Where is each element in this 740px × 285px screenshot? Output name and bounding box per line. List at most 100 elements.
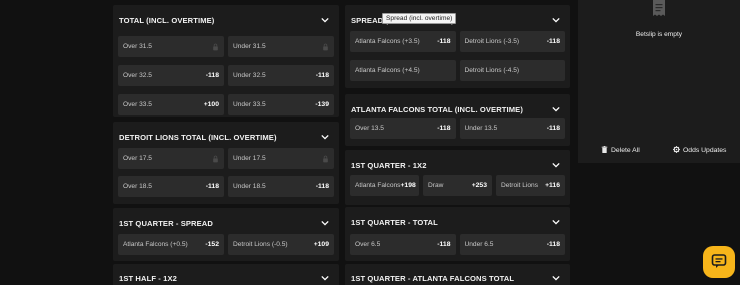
market-header[interactable]: 1ST QUARTER - ATLANTA FALCONS TOTAL xyxy=(345,264,570,285)
bet-button[interactable]: Under 32.5 -118 xyxy=(228,65,334,86)
bet-odds: -139 xyxy=(315,101,329,108)
bet-button[interactable]: Atlanta Falcons +198 xyxy=(350,175,419,196)
bet-odds: -118 xyxy=(546,241,560,248)
chevron-down-icon[interactable] xyxy=(552,274,560,282)
lock-icon xyxy=(322,155,329,163)
bet-label: Over 13.5 xyxy=(355,125,384,132)
bet-odds: -118 xyxy=(546,125,560,132)
trash-icon xyxy=(601,146,608,155)
bet-label: Detroit Lions (-3.5) xyxy=(464,38,520,45)
bet-button[interactable]: Detroit Lions (-3.5) -118 xyxy=(459,31,565,52)
bet-button[interactable]: Over 18.5 -118 xyxy=(118,176,224,197)
bet-button[interactable]: Over 6.5 -118 xyxy=(350,234,456,255)
market-header[interactable]: 1ST QUARTER - TOTAL xyxy=(345,207,570,237)
lock-icon xyxy=(212,43,219,51)
bet-button[interactable]: Atlanta Falcons (+4.5) xyxy=(350,60,456,81)
bet-label: Under 31.5 xyxy=(233,43,266,50)
bet-button[interactable]: Detroit Lions (-0.5) +109 xyxy=(228,234,334,255)
bet-button[interactable]: Over 13.5 -118 xyxy=(350,118,456,139)
bet-button[interactable]: Under 13.5 -118 xyxy=(459,118,565,139)
lock-icon xyxy=(322,43,329,51)
odds-updates-label: Odds Updates xyxy=(683,147,727,154)
bet-odds: -152 xyxy=(205,241,219,248)
chevron-down-icon[interactable] xyxy=(552,218,560,226)
market-title: TOTAL (INCL. OVERTIME) xyxy=(119,15,215,25)
market-title: 1ST QUARTER - ATLANTA FALCONS TOTAL xyxy=(351,273,515,283)
chevron-down-icon[interactable] xyxy=(321,133,329,141)
bet-label: Over 33.5 xyxy=(123,101,152,108)
market-title: 1ST QUARTER - SPREAD xyxy=(119,218,213,228)
bet-label: Over 18.5 xyxy=(123,183,152,190)
bet-label: Draw xyxy=(428,182,444,189)
bet-button[interactable]: Detroit Lions +116 xyxy=(496,175,565,196)
bet-odds: -118 xyxy=(437,38,451,45)
delete-all-button[interactable]: Delete All xyxy=(601,146,640,155)
bet-label: Atlanta Falcons (+0.5) xyxy=(123,241,188,248)
chevron-down-icon[interactable] xyxy=(552,16,560,24)
bet-button[interactable]: Draw +253 xyxy=(423,175,492,196)
bet-odds: +100 xyxy=(203,101,219,108)
chevron-down-icon[interactable] xyxy=(321,274,329,282)
bet-odds: -118 xyxy=(315,183,329,190)
betslip-empty-text: Betslip is empty xyxy=(635,31,683,38)
bet-button[interactable]: Detroit Lions (-4.5) xyxy=(459,60,565,81)
receipt-icon xyxy=(652,0,666,17)
market-detroit-lions-total: DETROIT LIONS TOTAL (INCL. OVERTIME) Ove… xyxy=(113,122,339,204)
bet-odds: -118 xyxy=(205,183,219,190)
tooltip: Spread (incl. overtime) xyxy=(382,13,457,24)
bet-label: Over 31.5 xyxy=(123,43,152,50)
bet-label: Under 33.5 xyxy=(233,101,266,108)
bet-button[interactable]: Over 33.5 +100 xyxy=(118,94,224,115)
market-spread-incl-overtime: SPREAD (INCL. OVERTIME) Atlanta Falcons … xyxy=(345,5,570,88)
market-title: ATLANTA FALCONS TOTAL (INCL. OVERTIME) xyxy=(351,104,523,114)
market-title: 1ST QUARTER - TOTAL xyxy=(351,217,438,227)
chevron-down-icon[interactable] xyxy=(552,161,560,169)
bet-label: Detroit Lions (-4.5) xyxy=(464,67,520,74)
chevron-down-icon[interactable] xyxy=(552,105,560,113)
chevron-down-icon[interactable] xyxy=(321,219,329,227)
bet-button[interactable]: Under 17.5 xyxy=(228,148,334,169)
lock-icon xyxy=(212,155,219,163)
chat-icon xyxy=(711,253,727,271)
bet-label: Atlanta Falcons xyxy=(355,182,401,189)
market-1st-quarter-spread: 1ST QUARTER - SPREAD Atlanta Falcons (+0… xyxy=(113,208,339,261)
bet-odds: +253 xyxy=(471,182,487,189)
odds-updates-button[interactable]: Odds Updates xyxy=(673,146,726,155)
bet-label: Under 17.5 xyxy=(233,155,266,162)
bet-button[interactable]: Over 31.5 xyxy=(118,36,224,57)
bet-button[interactable]: Under 18.5 -118 xyxy=(228,176,334,197)
bet-button[interactable]: Over 17.5 xyxy=(118,148,224,169)
market-1st-quarter-total: 1ST QUARTER - TOTAL Over 6.5 -118 Under 6… xyxy=(345,207,570,261)
chat-button[interactable] xyxy=(703,246,735,278)
bet-button[interactable]: Atlanta Falcons (+0.5) -152 xyxy=(118,234,224,255)
bet-button[interactable]: Over 32.5 -118 xyxy=(118,65,224,86)
market-1st-quarter-1x2: 1ST QUARTER - 1X2 Atlanta Falcons +198 Dr… xyxy=(345,150,570,205)
bet-label: Atlanta Falcons (+4.5) xyxy=(355,67,420,74)
bet-button[interactable]: Under 6.5 -118 xyxy=(459,234,565,255)
bet-label: Detroit Lions (-0.5) xyxy=(233,241,288,248)
market-1st-half-1x2: 1ST HALF - 1X2 xyxy=(113,264,339,285)
bet-label: Over 32.5 xyxy=(123,72,152,79)
bet-label: Over 6.5 xyxy=(355,241,381,248)
market-title: DETROIT LIONS TOTAL (INCL. OVERTIME) xyxy=(119,132,277,142)
bet-label: Atlanta Falcons (+3.5) xyxy=(355,38,420,45)
betslip-actions: Delete All Odds Updates xyxy=(578,146,740,158)
gear-icon xyxy=(673,146,680,155)
bet-button[interactable]: Atlanta Falcons (+3.5) -118 xyxy=(350,31,456,52)
bet-button[interactable]: Under 31.5 xyxy=(228,36,334,57)
chevron-down-icon[interactable] xyxy=(321,16,329,24)
market-title: 1ST QUARTER - 1X2 xyxy=(351,160,427,170)
bet-button[interactable]: Under 33.5 -139 xyxy=(228,94,334,115)
delete-all-label: Delete All xyxy=(611,147,640,154)
betslip-panel: Betslip is empty Delete All Odds Updates xyxy=(578,0,740,163)
bet-odds: +109 xyxy=(313,241,329,248)
bet-odds: +116 xyxy=(545,182,560,189)
bet-odds: -118 xyxy=(315,72,329,79)
bet-label: Under 13.5 xyxy=(464,125,498,132)
bet-label: Under 32.5 xyxy=(233,72,266,79)
market-header[interactable]: TOTAL (INCL. OVERTIME) xyxy=(113,5,339,35)
bet-label: Over 17.5 xyxy=(123,155,152,162)
bet-label: Detroit Lions xyxy=(501,182,539,189)
market-header[interactable]: 1ST HALF - 1X2 xyxy=(113,264,339,285)
bet-label: Under 18.5 xyxy=(233,183,266,190)
